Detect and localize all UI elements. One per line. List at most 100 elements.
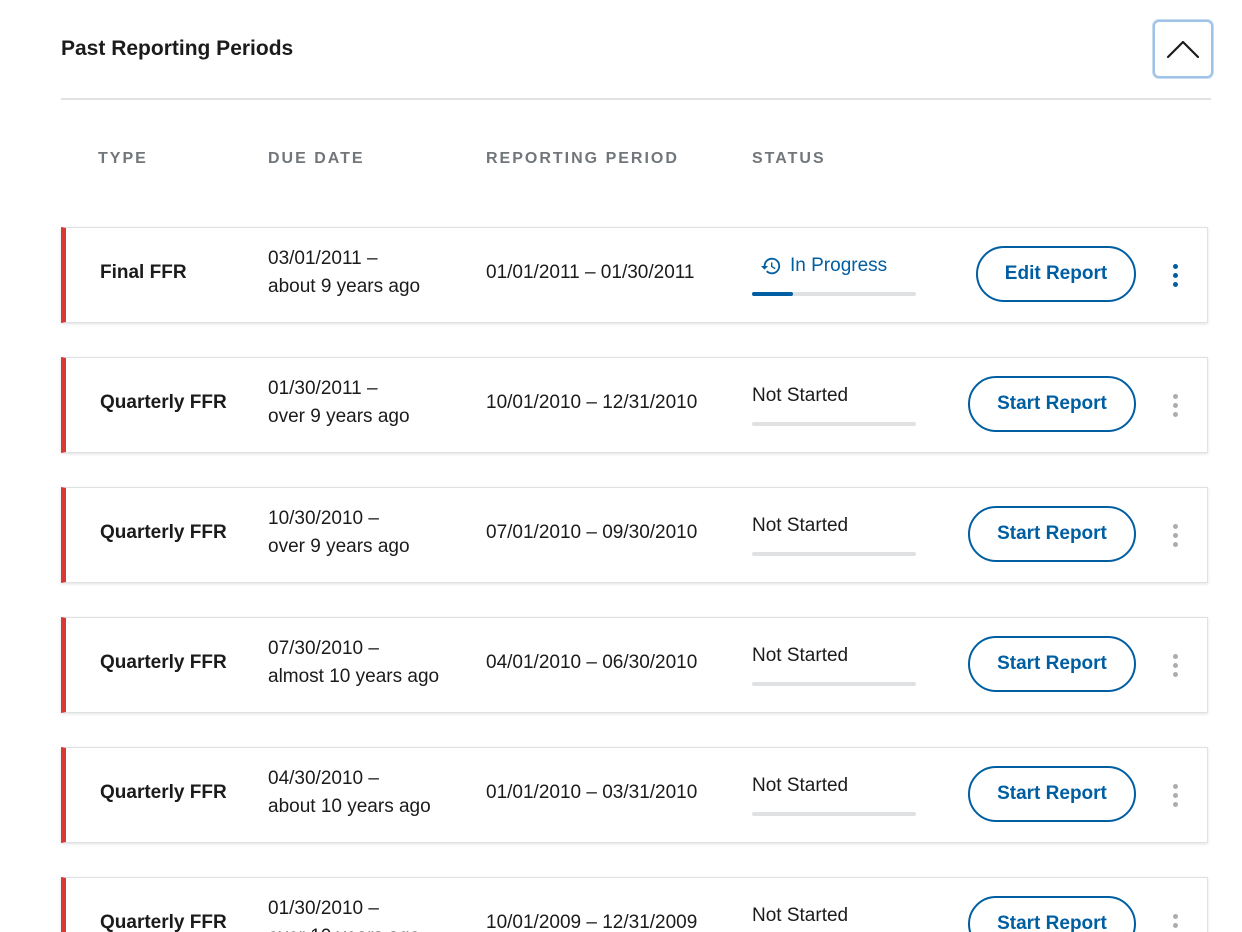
status-cell: In Progress [752,252,916,296]
report-type: Quarterly FFR [100,392,227,413]
due-date-relative: about 10 years ago [268,796,431,817]
row-menu-button[interactable] [1164,388,1186,422]
kebab-icon-dot [1172,922,1178,928]
status-label-wrap: In Progress [752,252,916,280]
table-row: Final FFR 03/01/2011 – about 9 years ago 01… [61,227,1208,323]
chevron-up-icon [1166,40,1200,59]
status-label: Not Started [752,775,849,796]
column-header-due-date: DUE DATE [268,150,365,167]
reporting-period: 10/01/2010 – 12/31/2010 [486,392,698,413]
status-progress-fill [752,292,793,296]
table-row: Quarterly FFR 04/30/2010 – about 10 years … [61,747,1208,843]
status-progress-bar [752,292,916,296]
row-menu-button[interactable] [1164,258,1186,292]
kebab-icon-dot [1172,523,1178,529]
kebab-icon-dot [1172,792,1178,798]
row-menu-button[interactable] [1164,778,1186,812]
table-row: Quarterly FFR 01/30/2011 – over 9 years ag… [61,357,1208,453]
status-progress-bar [752,682,916,686]
edit-report-button[interactable]: Edit Report [976,246,1136,302]
status-cell: Not Started [752,772,916,816]
kebab-icon-dot [1172,662,1178,668]
due-date-cell: 07/30/2010 – almost 10 years ago [268,635,439,691]
due-date-cell: 10/30/2010 – over 9 years ago [268,505,410,561]
due-date-relative: about 9 years ago [268,276,421,297]
column-header-status: STATUS [752,150,826,167]
kebab-icon-dot [1172,272,1178,278]
kebab-icon-dot [1172,671,1178,677]
due-date: 04/30/2010 – [268,768,379,789]
report-type: Final FFR [100,262,187,283]
status-cell: Not Started [752,642,916,686]
section-divider [61,98,1211,100]
kebab-icon-dot [1172,411,1178,417]
row-menu-button[interactable] [1164,518,1186,552]
kebab-icon-dot [1172,541,1178,547]
reporting-period: 04/01/2010 – 06/30/2010 [486,652,698,673]
report-type: Quarterly FFR [100,652,227,673]
reporting-period: 07/01/2010 – 09/30/2010 [486,522,698,543]
due-date: 07/30/2010 – [268,638,379,659]
due-date-relative: over 9 years ago [268,406,410,427]
report-type: Quarterly FFR [100,522,227,543]
kebab-icon-dot [1172,801,1178,807]
due-date-cell: 01/30/2011 – over 9 years ago [268,375,410,431]
status-label: Not Started [752,645,849,666]
table-row: Quarterly FFR 07/30/2010 – almost 10 years… [61,617,1208,713]
row-menu-button[interactable] [1164,908,1186,932]
due-date-relative: over 9 years ago [268,536,410,557]
status-cell: Not Started [752,902,916,930]
column-header-reporting-period: REPORTING PERIOD [486,150,679,167]
report-type: Quarterly FFR [100,912,227,932]
row-menu-button[interactable] [1164,648,1186,682]
kebab-icon-dot [1172,281,1178,287]
status-progress-bar [752,552,916,556]
status-cell: Not Started [752,382,916,426]
column-header-type: TYPE [98,150,148,167]
section-header: Past Reporting Periods [61,20,1213,80]
table-row: Quarterly FFR 10/30/2010 – over 9 years ag… [61,487,1208,583]
report-type: Quarterly FFR [100,782,227,803]
status-label: In Progress [790,255,888,276]
status-progress-bar [752,422,916,426]
status-label-wrap: Not Started [752,902,916,930]
history-icon [760,257,781,275]
kebab-icon-dot [1172,783,1178,789]
start-report-button[interactable]: Start Report [968,766,1136,822]
start-report-button[interactable]: Start Report [968,636,1136,692]
due-date: 01/30/2010 – [268,898,379,919]
reporting-period: 01/01/2011 – 01/30/2011 [486,262,695,283]
status-label-wrap: Not Started [752,642,916,670]
kebab-icon-dot [1172,263,1178,269]
start-report-button[interactable]: Start Report [968,376,1136,432]
status-label: Not Started [752,385,849,406]
status-label-wrap: Not Started [752,772,916,800]
status-label: Not Started [752,905,849,926]
collapse-button[interactable] [1153,20,1213,78]
status-label-wrap: Not Started [752,512,916,540]
kebab-icon-dot [1172,402,1178,408]
reporting-period: 01/01/2010 – 03/31/2010 [486,782,698,803]
section-title: Past Reporting Periods [61,37,294,60]
kebab-icon-dot [1172,653,1178,659]
status-label: Not Started [752,515,849,536]
reporting-period: 10/01/2009 – 12/31/2009 [486,912,698,932]
start-report-button[interactable]: Start Report [968,896,1136,932]
due-date-relative: almost 10 years ago [268,666,440,687]
due-date-relative: over 10 years ago [268,923,420,932]
due-date-cell: 03/01/2011 – about 9 years ago [268,245,420,301]
kebab-icon-dot [1172,532,1178,538]
status-cell: Not Started [752,512,916,556]
due-date: 03/01/2011 – [268,248,378,269]
past-reporting-periods-page: Past Reporting Periods TYPE DUE DATE REP… [0,0,1242,932]
start-report-button[interactable]: Start Report [968,506,1136,562]
due-date: 10/30/2010 – [268,508,379,529]
due-date-cell: 01/30/2010 – over 10 years ago [268,895,420,932]
status-progress-bar [752,812,916,816]
kebab-icon-dot [1172,393,1178,399]
due-date: 01/30/2011 – [268,378,378,399]
kebab-icon-dot [1172,913,1178,919]
table-column-headers: TYPE DUE DATE REPORTING PERIOD STATUS [61,150,1211,174]
status-label-wrap: Not Started [752,382,916,410]
table-row: Quarterly FFR 01/30/2010 – over 10 years a… [61,877,1208,932]
